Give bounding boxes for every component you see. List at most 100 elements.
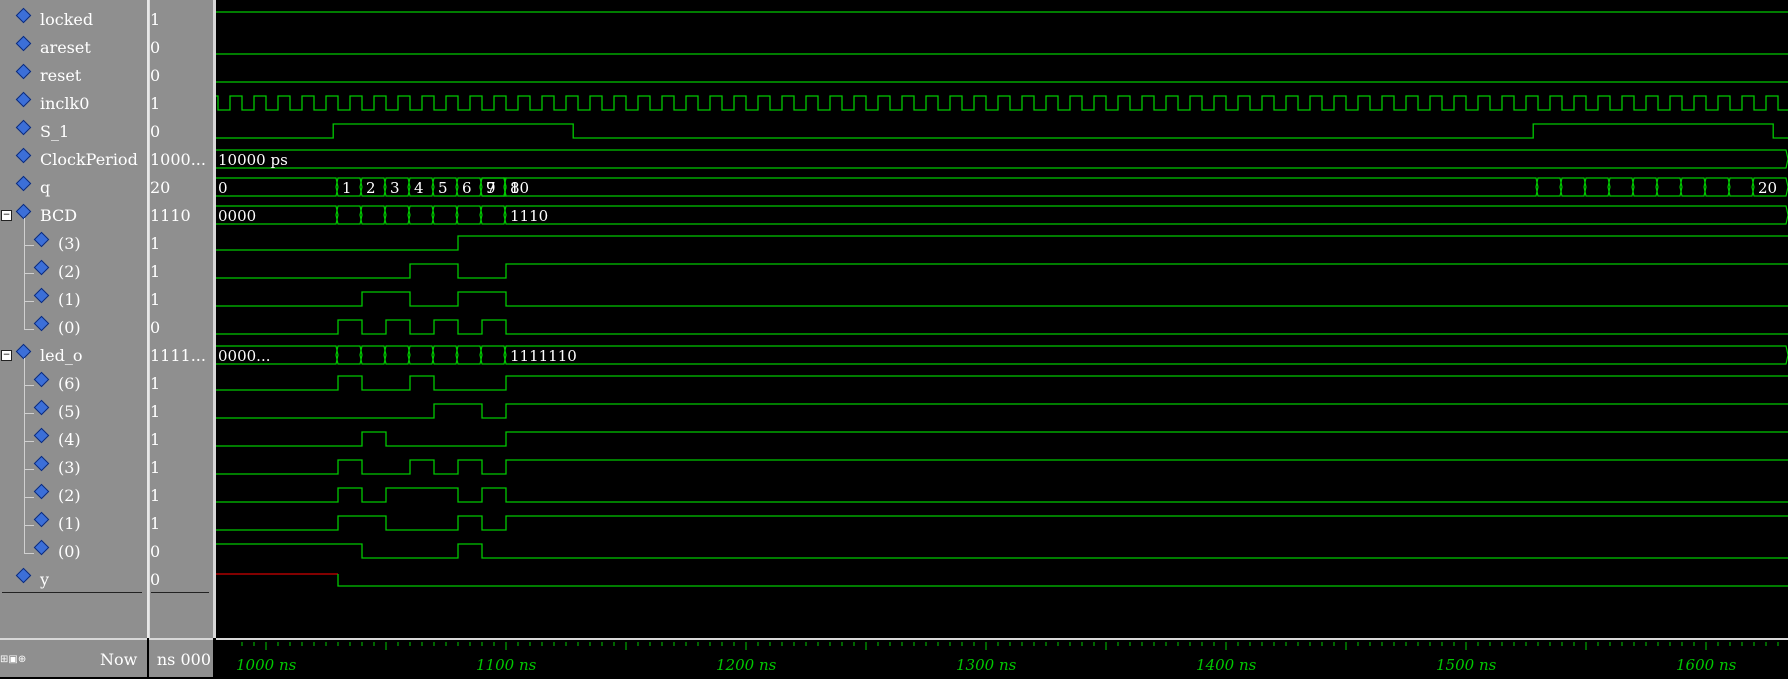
signal-row[interactable]: q 20 bbox=[0, 175, 213, 204]
wave-bcd-segment bbox=[455, 205, 483, 225]
signal-row[interactable]: − BCD 1110 bbox=[0, 203, 213, 232]
signal-value: 1 bbox=[150, 402, 161, 421]
wave-led-o-segment bbox=[359, 345, 387, 365]
signal-name: y bbox=[40, 570, 50, 589]
signal-row[interactable]: (2) 1 bbox=[0, 470, 213, 512]
signal-name: (4) bbox=[58, 430, 81, 449]
wave-q-label: 20 bbox=[1758, 179, 1777, 197]
signal-row[interactable]: (5) 1 bbox=[0, 386, 213, 428]
signal-diamond-icon bbox=[33, 259, 50, 276]
tree-branch-line bbox=[24, 497, 34, 498]
signal-diamond-icon bbox=[15, 147, 32, 164]
wave-bcd-0 bbox=[216, 319, 1788, 335]
tree-branch-line bbox=[24, 329, 34, 330]
ruler-tick-label: 1300 ns bbox=[956, 656, 1017, 674]
signal-name: (6) bbox=[58, 374, 81, 393]
signal-row[interactable]: (4) 1 bbox=[0, 414, 213, 456]
tree-branch-line bbox=[24, 525, 34, 526]
wave-led-6 bbox=[216, 375, 1788, 391]
signal-diamond-icon bbox=[33, 455, 50, 472]
signal-value: 1 bbox=[150, 94, 161, 113]
signal-name: (0) bbox=[58, 542, 81, 561]
wave-q-label: 5 bbox=[438, 179, 448, 197]
signal-diamond-icon bbox=[33, 427, 50, 444]
wave-q-segment bbox=[1535, 177, 1563, 197]
wave-y bbox=[337, 574, 1788, 587]
signal-diamond-icon bbox=[33, 287, 50, 304]
signal-diamond-icon bbox=[33, 511, 50, 528]
signal-value: 1000... bbox=[150, 150, 206, 169]
wave-bcd-segment bbox=[503, 205, 1788, 225]
wave-q-label: 0 bbox=[218, 179, 228, 197]
signal-row[interactable]: (1) 1 bbox=[0, 498, 213, 540]
tree-branch-line bbox=[24, 385, 34, 386]
collapse-icon[interactable]: − bbox=[1, 210, 12, 221]
signal-row[interactable]: (3) 1 bbox=[0, 442, 213, 484]
wave-bcd-segment bbox=[335, 205, 363, 225]
wave-q-label: 10 bbox=[510, 179, 529, 197]
signal-row[interactable]: ClockPeriod 1000... bbox=[0, 147, 213, 176]
selected-row-underline bbox=[2, 592, 142, 593]
wave-q-segment bbox=[1727, 177, 1755, 197]
signal-row[interactable]: areset 0 bbox=[0, 35, 213, 64]
signal-value: 1 bbox=[150, 514, 161, 533]
wave-bcd-segment bbox=[407, 205, 435, 225]
ruler-tick-label: 1400 ns bbox=[1196, 656, 1257, 674]
signal-value: 0 bbox=[150, 66, 161, 85]
signal-row[interactable]: − led_o 1111... bbox=[0, 343, 213, 372]
tree-trunk-line bbox=[24, 386, 25, 414]
signal-row[interactable]: (2) 1 bbox=[0, 246, 213, 288]
wave-led-5 bbox=[216, 403, 1788, 419]
wave-q-segment bbox=[503, 177, 1539, 197]
wave-q-label: 6 bbox=[462, 179, 472, 197]
tree-trunk-line bbox=[24, 246, 25, 274]
signal-row[interactable]: S_1 0 bbox=[0, 119, 213, 148]
wave-q-label: 3 bbox=[390, 179, 400, 197]
signal-name: (0) bbox=[58, 318, 81, 337]
wave-bcd-1 bbox=[216, 291, 1788, 307]
wave-q-segment bbox=[1655, 177, 1683, 197]
signal-diamond-icon bbox=[15, 91, 32, 108]
signal-name: S_1 bbox=[40, 122, 70, 141]
wave-bcd-segment bbox=[431, 205, 459, 225]
signal-value: 1 bbox=[150, 430, 161, 449]
tree-branch-line bbox=[24, 245, 34, 246]
signal-row[interactable]: (1) 1 bbox=[0, 274, 213, 316]
signal-diamond-icon bbox=[15, 119, 32, 136]
toolbar-icons[interactable]: ⊞▣⊕ bbox=[0, 654, 26, 665]
wave-led-o-segment bbox=[431, 345, 459, 365]
collapse-icon[interactable]: − bbox=[1, 350, 12, 361]
signal-row[interactable]: inclk0 1 bbox=[0, 91, 213, 120]
tree-branch-line bbox=[24, 301, 34, 302]
tree-trunk-line bbox=[24, 274, 25, 302]
signal-value: 0 bbox=[150, 122, 161, 141]
signal-diamond-icon bbox=[15, 35, 32, 52]
tree-trunk-line bbox=[24, 442, 25, 470]
wave-q-segment bbox=[1631, 177, 1659, 197]
tree-trunk-line bbox=[24, 470, 25, 498]
signal-value: 1 bbox=[150, 262, 161, 281]
wave-led-o-segment bbox=[503, 345, 1788, 365]
wave-led-o-segment bbox=[479, 345, 507, 365]
signal-diamond-icon bbox=[33, 539, 50, 556]
signal-value: 1110 bbox=[150, 206, 191, 225]
waveform-area[interactable]: 10000 ps0 1 2 3 4 5 6 7 89 10 200000 11100000... 111… bbox=[216, 0, 1788, 638]
wave-bcd-3 bbox=[216, 235, 1788, 251]
wave-led-4 bbox=[216, 431, 1788, 447]
wave-s1 bbox=[216, 123, 1788, 139]
signal-row[interactable]: (3) 1 bbox=[0, 218, 213, 260]
signal-row[interactable]: (6) 1 bbox=[0, 358, 213, 400]
wave-bcd-segment bbox=[359, 205, 387, 225]
signal-value: 1 bbox=[150, 234, 161, 253]
wave-bcd-2 bbox=[216, 263, 1788, 279]
wave-led-o-segment bbox=[455, 345, 483, 365]
signal-name: q bbox=[40, 178, 51, 197]
signal-row[interactable]: (0) 0 bbox=[0, 526, 213, 568]
tree-branch-line bbox=[24, 441, 34, 442]
cursor-names-footer: ⊞▣⊕ Now bbox=[0, 638, 147, 677]
tree-trunk-line bbox=[24, 358, 25, 386]
wave-q-segment bbox=[1679, 177, 1707, 197]
signal-row[interactable]: (0) 0 bbox=[0, 302, 213, 344]
signal-row[interactable]: reset 0 bbox=[0, 63, 213, 92]
signal-row[interactable]: locked 1 bbox=[0, 7, 213, 36]
